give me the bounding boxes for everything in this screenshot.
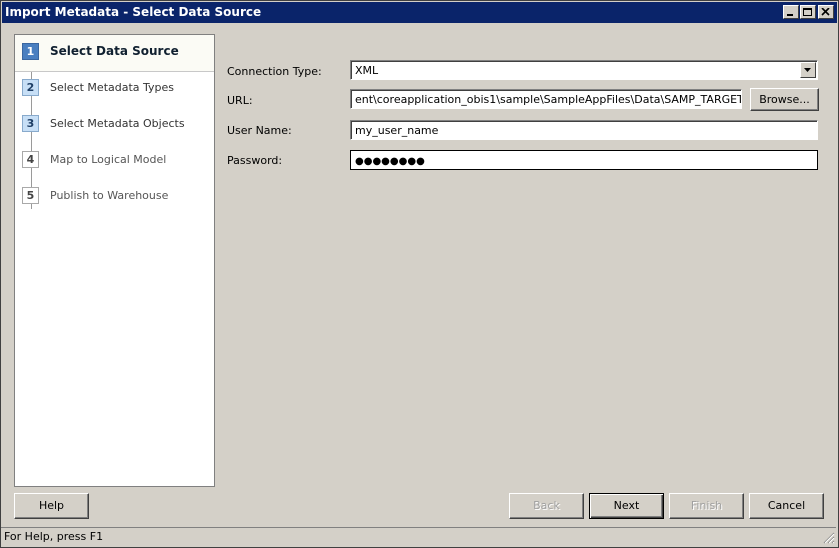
- password-input[interactable]: ●●●●●●●●: [350, 150, 818, 170]
- user-name-input[interactable]: my_user_name: [350, 120, 818, 140]
- maximize-button[interactable]: [800, 5, 816, 19]
- step-label: Select Metadata Objects: [50, 117, 185, 130]
- url-value: ent\coreapplication_obis1\sample\SampleA…: [355, 93, 742, 106]
- user-name-value: my_user_name: [355, 124, 439, 137]
- step-number: 5: [22, 187, 39, 204]
- url-input[interactable]: ent\coreapplication_obis1\sample\SampleA…: [350, 89, 742, 109]
- finish-button[interactable]: Finish: [669, 493, 744, 519]
- step-number: 1: [22, 43, 39, 60]
- step-label: Publish to Warehouse: [50, 189, 169, 202]
- step-number: 2: [22, 79, 39, 96]
- help-button[interactable]: Help: [14, 493, 89, 519]
- dropdown-button[interactable]: [800, 62, 816, 78]
- step-select-metadata-types[interactable]: 2 Select Metadata Types: [15, 71, 214, 107]
- close-icon: [821, 8, 830, 16]
- next-button[interactable]: Next: [589, 493, 664, 519]
- close-button[interactable]: [818, 5, 834, 19]
- browse-button[interactable]: Browse...: [750, 88, 819, 111]
- connection-type-select[interactable]: XML: [350, 60, 818, 80]
- step-number: 4: [22, 151, 39, 168]
- maximize-icon: [803, 8, 812, 16]
- step-label: Select Data Source: [50, 44, 179, 58]
- step-publish-to-warehouse[interactable]: 5 Publish to Warehouse: [15, 179, 214, 215]
- window-title: Import Metadata - Select Data Source: [5, 5, 262, 19]
- password-value: ●●●●●●●●: [355, 156, 425, 167]
- status-text: For Help, press F1: [4, 530, 104, 543]
- minimize-button[interactable]: [783, 5, 799, 19]
- connection-type-label: Connection Type:: [227, 65, 322, 78]
- step-number: 3: [22, 115, 39, 132]
- url-label: URL:: [227, 94, 253, 107]
- user-name-label: User Name:: [227, 124, 292, 137]
- step-map-to-logical-model[interactable]: 4 Map to Logical Model: [15, 143, 214, 179]
- back-button[interactable]: Back: [509, 493, 584, 519]
- step-label: Select Metadata Types: [50, 81, 175, 94]
- chevron-down-icon: [804, 68, 811, 72]
- window-controls: [782, 5, 834, 19]
- step-label: Map to Logical Model: [50, 153, 167, 166]
- minimize-icon: [787, 14, 793, 16]
- cancel-button[interactable]: Cancel: [749, 493, 824, 519]
- step-select-metadata-objects[interactable]: 3 Select Metadata Objects: [15, 107, 214, 143]
- title-bar[interactable]: Import Metadata - Select Data Source: [2, 2, 837, 23]
- status-bar: For Help, press F1: [1, 527, 836, 545]
- password-label: Password:: [227, 154, 283, 167]
- resize-grip-icon[interactable]: [823, 532, 835, 544]
- connection-type-value: XML: [355, 64, 379, 77]
- step-select-data-source[interactable]: 1 Select Data Source: [15, 35, 214, 72]
- wizard-steps-panel: 1 Select Data Source 2 Select Metadata T…: [14, 34, 215, 487]
